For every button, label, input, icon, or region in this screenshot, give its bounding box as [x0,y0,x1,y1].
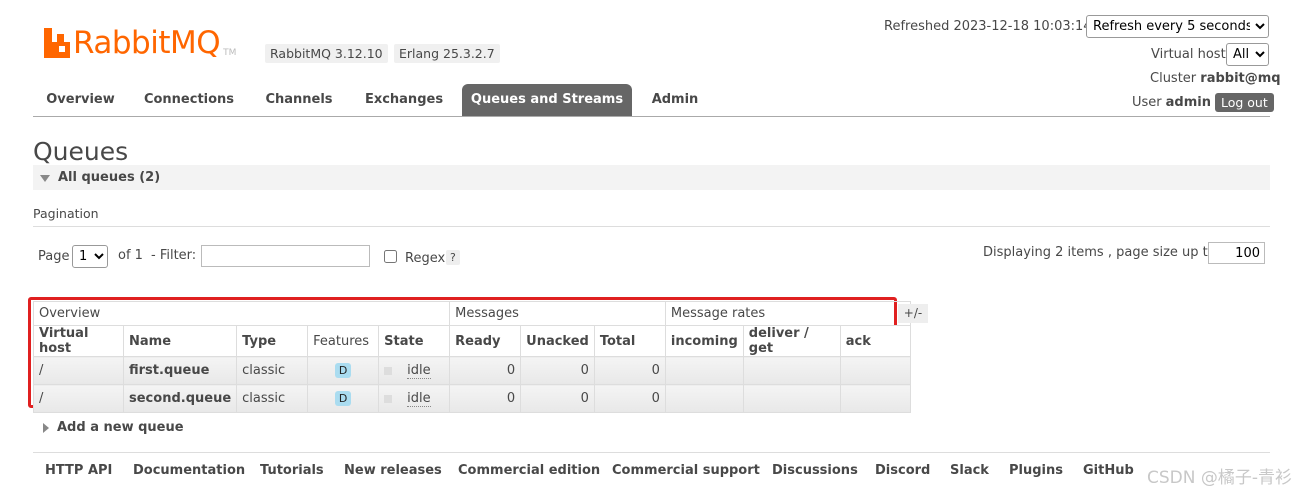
row-incoming [664,384,744,413]
rabbitmq-logo: RabbitMQ TM [44,26,236,62]
add-queue-section-toggle[interactable]: Add a new queue [43,420,184,435]
filter-input[interactable] [201,245,370,267]
rabbit-logo-icon [44,28,70,58]
tab-admin[interactable]: Admin [645,84,705,116]
row-total: 0 [593,356,666,385]
row-features: D [307,384,380,413]
durable-badge: D [334,363,352,378]
col-deliver-get[interactable]: deliver / get [742,325,841,357]
footer-link-discussions[interactable]: Discussions [772,463,858,478]
state-indicator-icon [384,394,393,403]
tab-connections[interactable]: Connections [139,84,239,116]
col-ack[interactable]: ack [839,325,911,357]
row-state: idle [378,384,451,413]
rabbitmq-version-badge: RabbitMQ 3.12.10 [265,44,388,63]
footer-link-commercial-support[interactable]: Commercial support [612,463,760,478]
group-message-rates: Message rates [664,301,911,326]
logo-text: RabbitMQ [73,25,221,61]
all-queues-section-toggle[interactable]: All queues (2) [33,165,1270,190]
regex-checkbox[interactable] [384,250,397,263]
column-toggle-button[interactable]: +/- [898,304,928,323]
group-messages: Messages [449,301,666,326]
erlang-version-badge: Erlang 25.3.2.7 [394,44,500,63]
footer-link-http-api[interactable]: HTTP API [45,463,112,478]
tab-channels[interactable]: Channels [259,84,339,116]
footer-link-slack[interactable]: Slack [950,463,989,478]
row-incoming [664,356,744,385]
tab-queues-and-streams[interactable]: Queues and Streams [462,84,632,116]
page-size-input[interactable] [1208,242,1265,264]
refreshed-timestamp: Refreshed 2023-12-18 10:03:14 [884,19,1092,34]
col-incoming[interactable]: incoming [664,325,744,357]
pagination-heading: Pagination [33,206,99,221]
page-of-label: of 1 [118,248,143,263]
state-text: idle [407,363,431,379]
table-row[interactable]: / second.queue classic D idle 0 0 0 [33,384,911,413]
table-row[interactable]: / first.queue classic D idle 0 0 0 [33,356,911,385]
virtual-host-label: Virtual host [1151,47,1226,62]
footer-link-commercial-edition[interactable]: Commercial edition [458,463,600,478]
filter-label: - Filter: [151,248,197,263]
row-vhost: / [33,384,124,413]
col-name[interactable]: Name [122,325,238,357]
footer-link-discord[interactable]: Discord [875,463,930,478]
virtual-host-select[interactable]: All [1226,43,1269,66]
durable-badge: D [334,391,352,406]
row-vhost: / [33,356,124,385]
row-unacked: 0 [520,384,595,413]
tab-exchanges[interactable]: Exchanges [359,84,449,116]
regex-help-button[interactable]: ? [446,250,460,265]
expand-triangle-icon [43,422,49,433]
watermark: CSDN @橘子-青衫 [1146,468,1292,488]
row-ack [839,356,911,385]
col-unacked[interactable]: Unacked [520,325,595,357]
col-ready[interactable]: Ready [449,325,522,357]
col-features: Features [307,325,380,357]
row-deliver-get [742,356,841,385]
row-state: idle [378,356,451,385]
col-total[interactable]: Total [593,325,666,357]
page-label: Page [38,249,70,264]
footer-link-plugins[interactable]: Plugins [1009,463,1063,478]
col-type[interactable]: Type [236,325,309,357]
state-indicator-icon [384,366,393,375]
tab-overview[interactable]: Overview [33,84,128,116]
page-title: Queues [33,137,129,166]
pagination-heading-bar: Pagination [33,206,1270,227]
main-nav: Overview Connections Channels Exchanges … [33,84,1270,117]
queue-name-link[interactable]: second.queue [122,384,238,413]
all-queues-heading: All queues (2) [58,170,161,185]
add-queue-heading: Add a new queue [57,420,184,435]
refresh-interval-select[interactable]: Refresh every 5 seconds [1086,15,1269,38]
row-ready: 0 [449,384,522,413]
queue-name-link[interactable]: first.queue [122,356,238,385]
display-count-text: Displaying 2 items , page size up to: [983,245,1221,260]
row-features: D [307,356,380,385]
row-type: classic [236,356,309,385]
regex-label: Regex [405,251,446,266]
row-deliver-get [742,384,841,413]
collapse-triangle-icon [40,175,50,182]
queues-table: Overview Messages Message rates Virtual … [32,301,911,413]
page-select[interactable]: 1 [72,245,108,268]
col-state[interactable]: State [378,325,451,357]
row-ack [839,384,911,413]
footer-link-documentation[interactable]: Documentation [133,463,245,478]
row-total: 0 [593,384,666,413]
group-overview: Overview [32,301,451,326]
col-virtual-host[interactable]: Virtual host [33,325,124,357]
logo-tm: TM [223,48,237,58]
row-unacked: 0 [520,356,595,385]
state-text: idle [407,391,431,407]
footer: HTTP API Documentation Tutorials New rel… [33,452,1270,492]
row-type: classic [236,384,309,413]
row-ready: 0 [449,356,522,385]
footer-link-new-releases[interactable]: New releases [344,463,442,478]
footer-link-tutorials[interactable]: Tutorials [260,463,324,478]
footer-link-github[interactable]: GitHub [1083,463,1134,478]
